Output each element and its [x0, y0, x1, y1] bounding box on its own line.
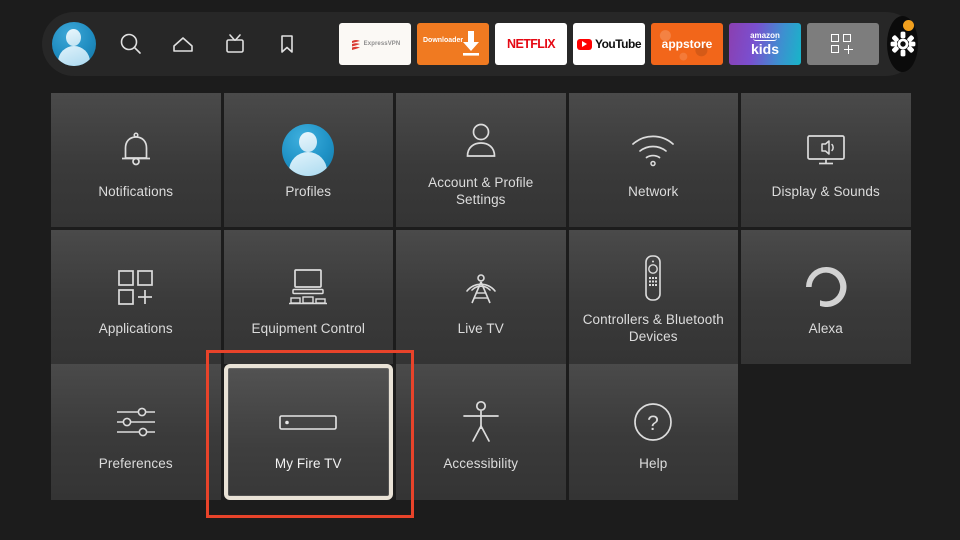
equipment-control-icon — [284, 258, 332, 316]
tv-icon — [226, 34, 244, 53]
applications-grid-icon — [114, 258, 158, 316]
top-navigation-bar: ExpressVPN Downloader NETFLIX YouTube ap… — [42, 12, 918, 76]
gear-icon — [890, 31, 915, 57]
tile-label: Applications — [98, 320, 173, 336]
alexa-ring-icon — [802, 258, 850, 316]
fire-tv-stick-icon — [276, 393, 340, 451]
app-tile-netflix[interactable]: NETFLIX — [495, 23, 567, 65]
tile-label: Profiles — [285, 183, 332, 199]
bell-icon — [116, 121, 156, 179]
tile-label: My Fire TV — [274, 455, 342, 471]
settings-tile-accessibility[interactable]: Accessibility — [396, 364, 566, 500]
settings-tile-controllers-bluetooth[interactable]: Controllers & Bluetooth Devices — [568, 230, 738, 364]
settings-tile-my-fire-tv[interactable]: My Fire TV — [223, 364, 393, 500]
settings-tile-live-tv[interactable]: Live TV — [396, 230, 566, 364]
app-tile-amazon-kids[interactable]: amazon kids — [729, 23, 801, 65]
fire-tv-settings-screen: ExpressVPN Downloader NETFLIX YouTube ap… — [0, 0, 960, 540]
app-label-amazon: amazon — [750, 31, 780, 41]
sliders-icon — [112, 393, 160, 451]
youtube-play-icon — [576, 38, 592, 50]
tile-label: Help — [639, 455, 668, 471]
watchlist-button[interactable] — [261, 18, 313, 70]
notification-dot-badge — [903, 20, 914, 31]
app-label-appstore: appstore — [661, 37, 713, 51]
nav-icon-group — [42, 18, 313, 70]
tile-label: Network — [628, 183, 679, 199]
settings-tile-notifications[interactable]: Notifications — [51, 93, 221, 227]
app-tile-downloader[interactable]: Downloader — [417, 23, 489, 65]
settings-tile-profiles[interactable]: Profiles — [223, 93, 393, 227]
help-question-icon: ? — [630, 393, 676, 451]
settings-tile-account-profile-settings[interactable]: Account & Profile Settings — [396, 93, 566, 227]
bookmark-icon — [281, 35, 293, 53]
remote-control-icon — [640, 249, 666, 307]
app-tile-expressvpn[interactable]: ExpressVPN — [339, 23, 411, 65]
settings-grid: Notifications Profiles Account & Profile… — [51, 93, 911, 364]
app-tile-add-more[interactable] — [807, 23, 879, 65]
tile-label: Controllers & Bluetooth Devices — [582, 312, 724, 344]
home-button[interactable] — [157, 18, 209, 70]
live-tv-button[interactable] — [209, 18, 261, 70]
app-label-expressvpn: ExpressVPN — [363, 41, 401, 47]
display-speaker-icon — [803, 121, 849, 179]
accessibility-icon — [459, 393, 503, 451]
app-tile-appstore[interactable]: appstore — [651, 23, 723, 65]
settings-tile-applications[interactable]: Applications — [51, 230, 221, 364]
settings-tile-alexa[interactable]: Alexa — [741, 230, 911, 364]
tile-label: Account & Profile Settings — [428, 175, 534, 207]
home-icon — [173, 37, 193, 52]
tile-label: Live TV — [457, 320, 504, 336]
search-button[interactable] — [105, 18, 157, 70]
download-arrow-icon — [463, 31, 479, 56]
profile-avatar-icon — [282, 121, 335, 179]
search-icon — [120, 33, 141, 54]
settings-tile-network[interactable]: Network — [568, 93, 738, 227]
settings-tile-display-sounds[interactable]: Display & Sounds — [741, 93, 911, 227]
app-label-netflix: NETFLIX — [507, 37, 555, 51]
settings-gear-button[interactable] — [887, 16, 918, 72]
svg-text:?: ? — [647, 412, 659, 435]
profile-avatar-button[interactable] — [49, 19, 99, 69]
tile-label: Alexa — [808, 320, 843, 336]
expressvpn-logo-icon — [351, 39, 360, 50]
tile-label: Notifications — [98, 183, 174, 199]
settings-tile-preferences[interactable]: Preferences — [51, 364, 221, 500]
broadcast-tower-icon — [458, 258, 504, 316]
app-tile-youtube[interactable]: YouTube — [573, 23, 645, 65]
grid-plus-icon — [831, 34, 855, 54]
settings-tile-help[interactable]: ? Help — [568, 364, 738, 500]
tile-label: Display & Sounds — [771, 183, 880, 199]
app-shortcut-row: ExpressVPN Downloader NETFLIX YouTube ap… — [339, 23, 879, 65]
person-icon — [461, 112, 501, 170]
tile-label: Preferences — [98, 455, 173, 471]
grid-empty-cell — [741, 364, 911, 500]
avatar — [52, 22, 96, 66]
app-label-youtube: YouTube — [594, 37, 642, 51]
settings-tile-equipment-control[interactable]: Equipment Control — [223, 230, 393, 364]
tile-label: Equipment Control — [251, 320, 365, 336]
settings-grid-row-3: Preferences My Fire TV Accessibility ? H… — [51, 364, 909, 500]
app-label-kids: kids — [750, 41, 779, 57]
tile-label: Accessibility — [443, 455, 519, 471]
wifi-icon — [629, 121, 677, 179]
